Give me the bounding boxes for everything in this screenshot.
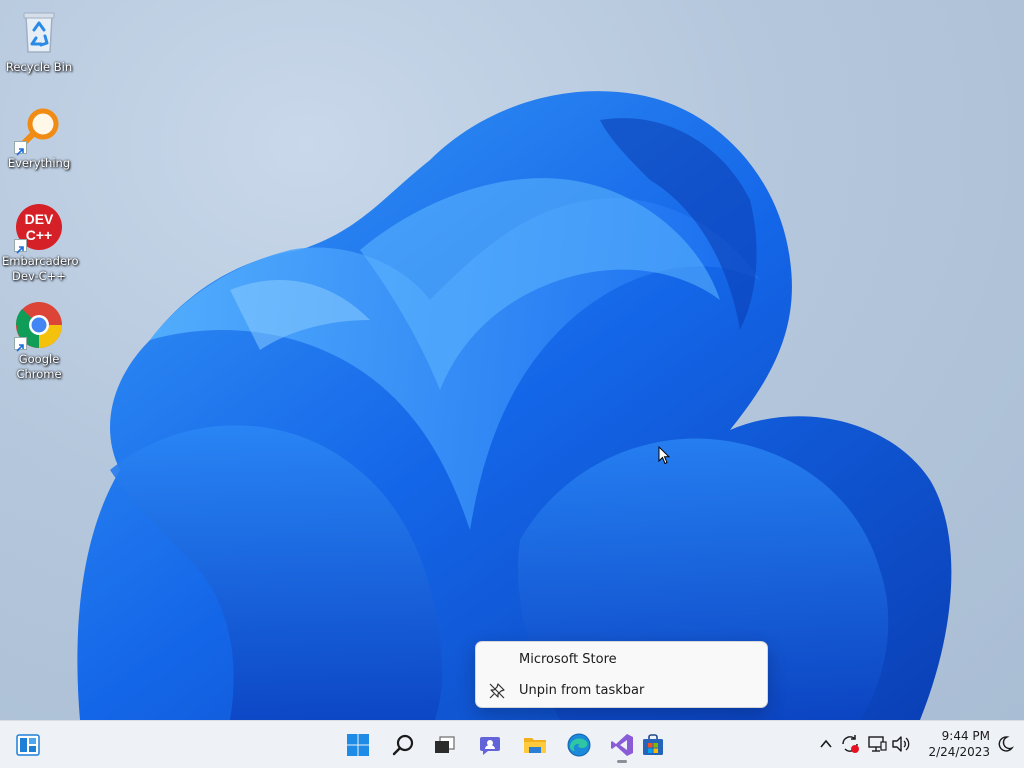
chat-button[interactable] [474, 729, 506, 761]
visual-studio-button[interactable] [606, 729, 638, 763]
moon-icon [998, 736, 1015, 752]
menu-item-microsoft-store[interactable]: Microsoft Store [476, 644, 767, 675]
edge-button[interactable] [563, 729, 595, 761]
shortcut-arrow-icon [14, 239, 27, 254]
recycle-bin-icon [23, 12, 55, 53]
dev-icon-text-top: DEV [25, 211, 54, 227]
network-tray-button[interactable] [866, 733, 888, 755]
mouse-cursor-icon [658, 446, 670, 465]
file-explorer-button[interactable] [519, 729, 551, 761]
dev-icon-text-bottom: C++ [26, 227, 52, 243]
clock-time: 9:44 PM [941, 729, 990, 743]
microsoft-store-icon [643, 734, 663, 755]
taskbar: 9:44 PM 2/24/2023 [0, 720, 1024, 768]
menu-item-unpin-from-taskbar[interactable]: Unpin from taskbar [476, 675, 767, 706]
sync-icon [842, 735, 859, 753]
start-button[interactable] [342, 729, 374, 761]
widgets-button[interactable] [12, 729, 44, 761]
taskbar-context-menu: Microsoft Store Unpin from taskbar [475, 641, 768, 708]
notifications-button[interactable] [994, 733, 1016, 755]
app-running-indicator [617, 760, 627, 763]
visual-studio-icon [611, 734, 633, 756]
file-explorer-icon [524, 738, 546, 753]
desktop-icon-dev-cpp[interactable]: DEV C++ Embarcadero Dev-C++ [2, 202, 79, 284]
clock[interactable]: 9:44 PM 2/24/2023 [918, 728, 990, 760]
start-icon [347, 734, 369, 756]
shortcut-arrow-icon [14, 141, 27, 156]
desktop-icon-label: Recycle Bin [5, 60, 73, 74]
edge-icon [567, 733, 591, 757]
desktop-icon-recycle-bin[interactable]: Recycle Bin [2, 8, 76, 75]
chevron-up-icon [820, 739, 832, 748]
chat-icon [480, 737, 500, 755]
microsoft-store-button[interactable] [637, 729, 669, 761]
wallpaper-bloom [77, 91, 952, 720]
volume-tray-button[interactable] [890, 733, 912, 755]
unpin-icon [489, 683, 505, 699]
task-view-icon [435, 736, 455, 753]
desktop-icon-label: Embarcadero Dev-C++ [2, 254, 79, 283]
desktop-icon-label: Everything [7, 156, 71, 170]
search-button[interactable] [387, 729, 419, 761]
clock-date: 2/24/2023 [928, 745, 990, 759]
network-icon [868, 736, 887, 752]
volume-icon [892, 736, 910, 752]
menu-item-label: Unpin from taskbar [519, 683, 645, 698]
menu-item-label: Microsoft Store [519, 652, 617, 667]
desktop-icon-everything[interactable]: Everything [2, 104, 76, 171]
desktop[interactable]: Recycle Bin Everything DEV C++ Embarcade… [0, 0, 1024, 720]
show-hidden-icons-button[interactable] [815, 733, 837, 755]
desktop-icon-label: Google Chrome [16, 352, 62, 381]
sync-tray-button[interactable] [839, 733, 861, 755]
widgets-icon [16, 734, 40, 756]
desktop-icon-google-chrome[interactable]: Google Chrome [2, 300, 76, 382]
shortcut-arrow-icon [14, 337, 27, 352]
search-icon [392, 734, 414, 756]
task-view-button[interactable] [428, 729, 460, 761]
